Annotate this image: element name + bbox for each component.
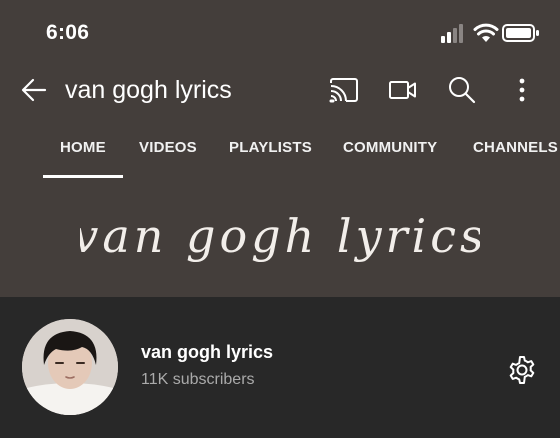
channel-info: van gogh lyrics 11K subscribers bbox=[0, 297, 560, 438]
back-arrow-icon[interactable] bbox=[18, 74, 50, 106]
app-bar-title: van gogh lyrics bbox=[65, 76, 232, 104]
status-icons bbox=[440, 22, 540, 46]
selected-tab-indicator bbox=[43, 175, 123, 178]
tab-videos[interactable]: VIDEOS bbox=[139, 130, 197, 178]
more-icon[interactable] bbox=[506, 74, 538, 106]
banner-text: van gogh lyrics bbox=[80, 209, 480, 263]
status-time: 6:06 bbox=[46, 21, 90, 44]
search-icon[interactable] bbox=[446, 74, 478, 106]
tab-bar: HOME VIDEOS PLAYLISTS COMMUNITY CHANNELS bbox=[0, 130, 560, 180]
wifi-icon bbox=[473, 23, 499, 42]
subscriber-count: 11K subscribers bbox=[141, 371, 255, 388]
gear-icon[interactable] bbox=[506, 354, 538, 386]
avatar-image bbox=[22, 319, 118, 415]
tab-channels[interactable]: CHANNELS bbox=[473, 130, 558, 178]
battery-icon bbox=[502, 24, 539, 42]
tab-playlists[interactable]: PLAYLISTS bbox=[229, 130, 312, 178]
channel-name: van gogh lyrics bbox=[141, 342, 274, 362]
camera-icon[interactable] bbox=[386, 74, 418, 106]
cast-icon[interactable] bbox=[328, 74, 360, 106]
tab-home[interactable]: HOME bbox=[60, 130, 106, 178]
channel-banner: van gogh lyrics bbox=[80, 209, 480, 263]
channel-header: 6:06 van gogh lyrics HOME VIDEOS PLAYLIS… bbox=[0, 0, 560, 297]
cellular-signal-icon bbox=[441, 24, 463, 43]
tab-community[interactable]: COMMUNITY bbox=[343, 130, 437, 178]
avatar[interactable] bbox=[22, 319, 118, 415]
